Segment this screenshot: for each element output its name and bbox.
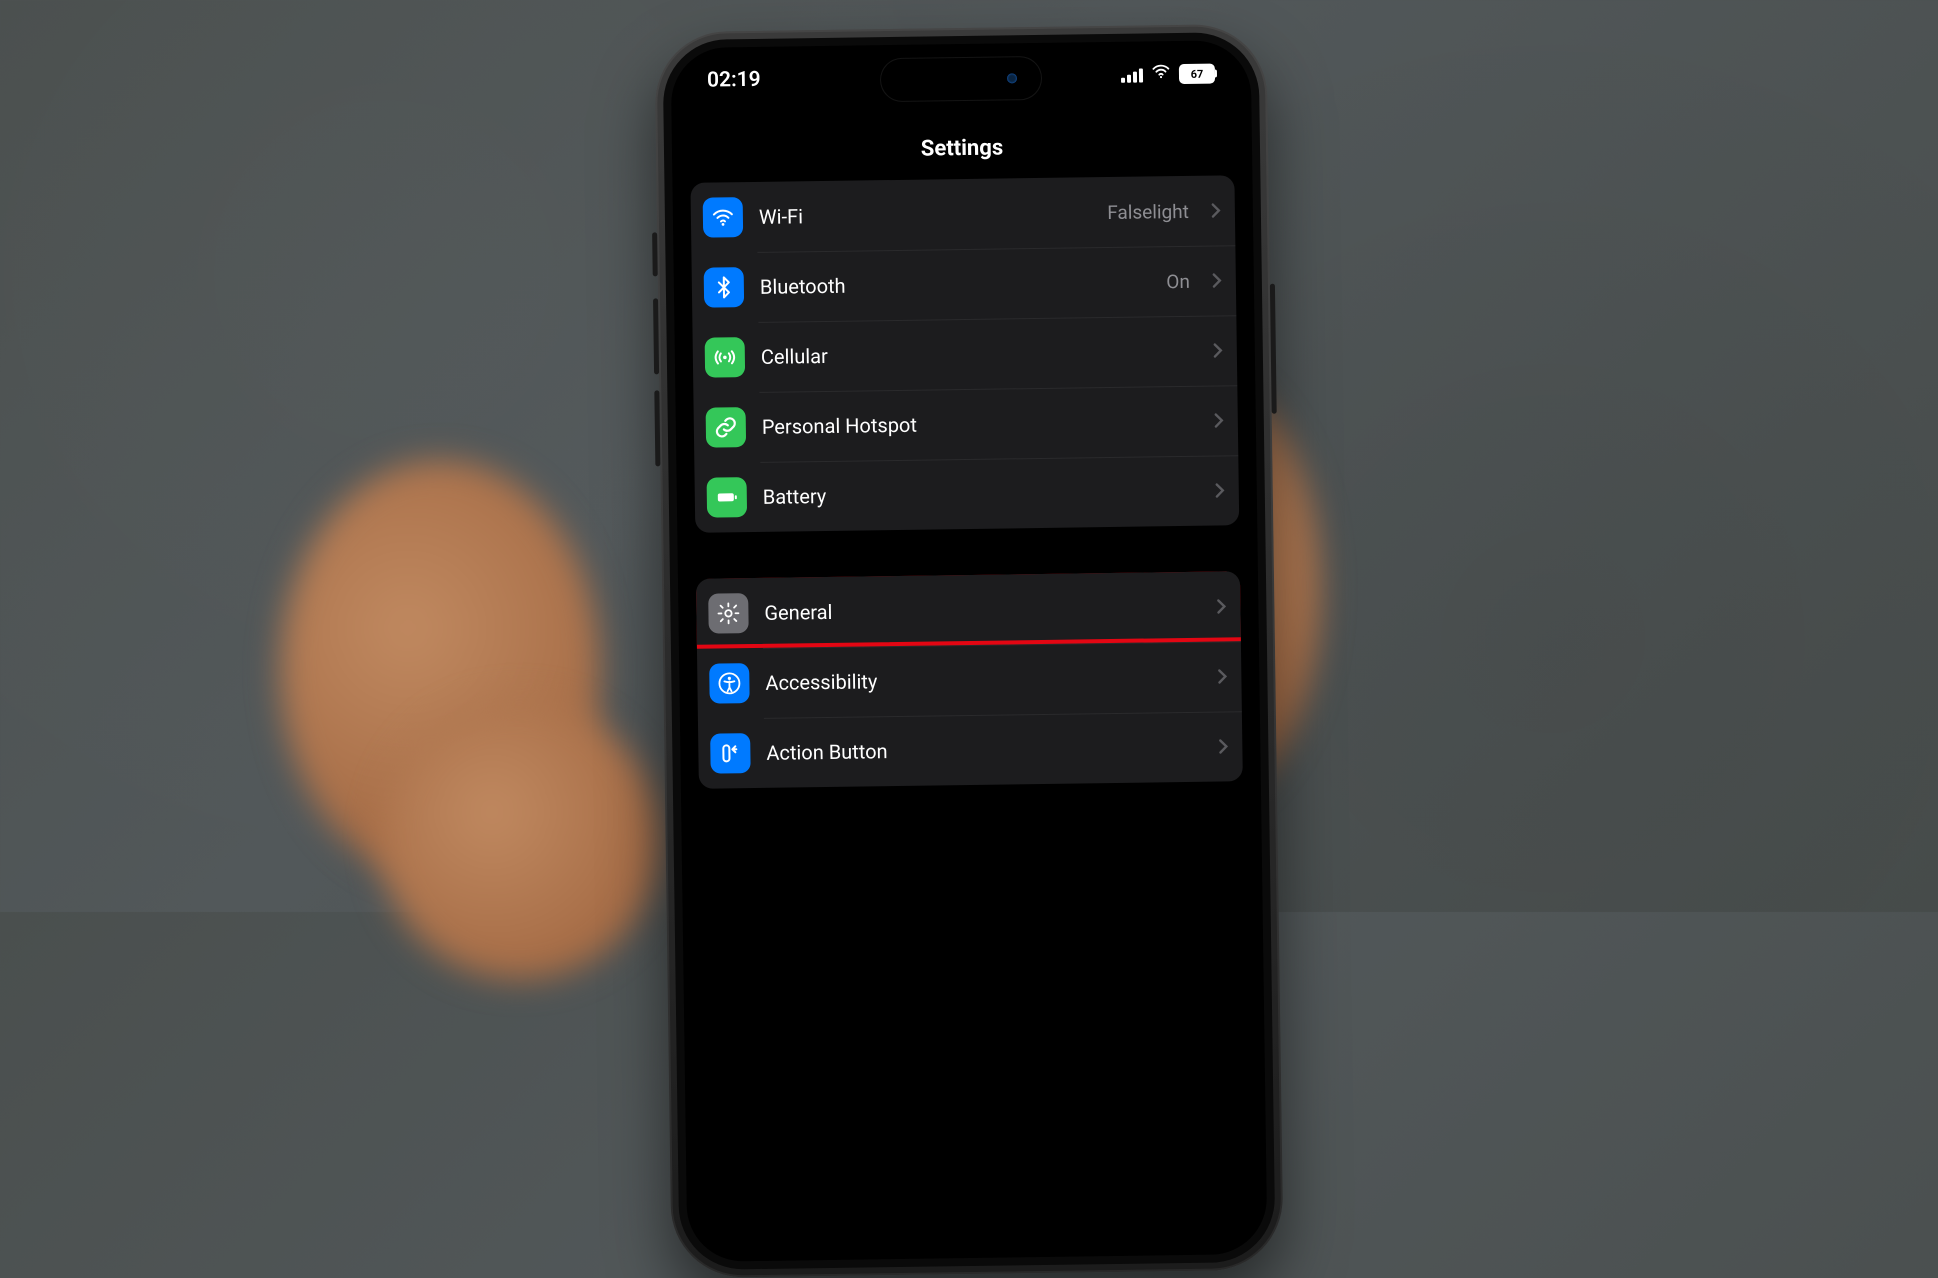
dynamic-island [881,57,1042,101]
phone-frame: 02:19 67 Settings [654,24,1283,1278]
settings-row-wifi[interactable]: Wi-Fi Falselight [690,175,1235,253]
settings-row-general[interactable]: General [696,571,1241,649]
phone-screen: 02:19 67 Settings [671,40,1268,1262]
settings-row-bluetooth[interactable]: Bluetooth On [691,245,1236,323]
link-icon [706,407,747,448]
chevron-right-icon [1216,598,1226,614]
row-label: Battery [763,479,1177,509]
row-label: Cellular [761,339,1175,369]
gear-icon [708,593,749,634]
settings-row-hotspot[interactable]: Personal Hotspot [693,385,1238,463]
wifi-icon [1151,61,1171,87]
row-label: Wi-Fi [759,200,1092,229]
chevron-right-icon [1212,272,1222,288]
settings-group-connectivity: Wi-Fi Falselight Bluetooth On [690,175,1239,533]
hand-background [280,460,600,880]
status-time: 02:19 [707,68,761,93]
chevron-right-icon [1211,202,1221,218]
accessibility-icon [709,663,750,704]
volume-up-button [653,298,659,374]
row-label: Accessibility [765,665,1179,695]
battery-icon [707,477,748,518]
page-title: Settings [671,106,1252,183]
status-indicators: 67 [1121,61,1215,88]
hand-background [380,700,660,980]
row-value: Falselight [1107,199,1189,223]
antenna-icon [705,337,746,378]
row-label: General [764,595,1178,625]
settings-row-accessibility[interactable]: Accessibility [697,641,1242,719]
bluetooth-icon [704,267,745,308]
phone-bezel: 02:19 67 Settings [662,32,1275,1270]
row-label: Bluetooth [760,269,1151,298]
row-label: Personal Hotspot [762,409,1176,439]
settings-row-action-button[interactable]: Action Button [698,711,1243,789]
settings-group-general: General Accessibility [696,571,1243,789]
volume-down-button [654,390,660,466]
settings-row-cellular[interactable]: Cellular [692,315,1237,393]
chevron-right-icon [1217,668,1227,684]
row-value: On [1166,269,1190,292]
side-button [1270,284,1277,414]
ringer-switch [652,232,658,276]
chevron-right-icon [1214,412,1224,428]
row-label: Action Button [766,735,1180,765]
chevron-right-icon [1218,738,1228,754]
chevron-right-icon [1215,482,1225,498]
wifi-icon [703,197,744,238]
action-button-icon [710,733,751,774]
battery-percent: 67 [1191,67,1204,80]
cellular-signal-icon [1121,67,1143,83]
settings-row-battery[interactable]: Battery [694,455,1239,533]
chevron-right-icon [1213,342,1223,358]
battery-indicator: 67 [1179,64,1215,85]
